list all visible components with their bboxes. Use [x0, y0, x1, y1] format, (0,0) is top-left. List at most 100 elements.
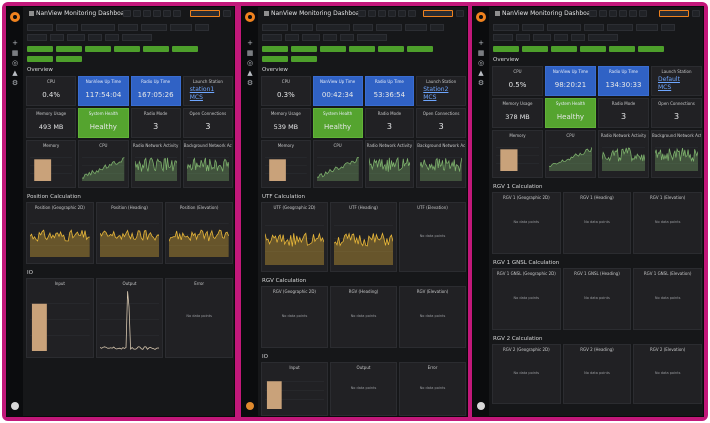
dashboard-link-button[interactable]	[85, 46, 111, 52]
grafana-logo-icon[interactable]	[476, 12, 486, 22]
graph-panel[interactable]: Error No data points	[399, 362, 466, 416]
variable-dropdown[interactable]	[376, 24, 402, 31]
plus-icon[interactable]: +	[11, 39, 19, 47]
time-range-picker[interactable]	[190, 10, 220, 17]
dashboard-link-button[interactable]	[349, 46, 375, 52]
variable-dropdown[interactable]	[588, 34, 618, 41]
station-mcs-link[interactable]: MCS	[423, 94, 465, 101]
toolbar-button[interactable]	[639, 10, 647, 17]
dashboard-link-button[interactable]	[262, 56, 288, 62]
toolbar-button[interactable]	[599, 10, 607, 17]
row-title[interactable]: IO	[27, 270, 33, 276]
row-title[interactable]: Position Calculation	[27, 194, 81, 200]
launch-station-panel[interactable]: Launch Station station1 MCS	[182, 76, 233, 106]
row-title[interactable]: RGV 1 GNSL Calculation	[493, 260, 559, 266]
toolbar-button[interactable]	[619, 10, 627, 17]
graph-panel[interactable]: UTF (Elevation) No data points	[399, 202, 466, 272]
explore-icon[interactable]: ◎	[11, 59, 19, 67]
dashboard-title[interactable]: NanView Monitoring Dashboard	[264, 10, 366, 17]
launch-station-panel[interactable]: Launch Station Station2 MCS	[416, 76, 466, 106]
graph-panel[interactable]: RGV (Elevation) No data points	[399, 286, 466, 348]
variable-dropdown[interactable]	[522, 24, 544, 31]
graph-panel[interactable]: Position (Elevation)	[165, 202, 233, 264]
explore-icon[interactable]: ◎	[246, 59, 254, 67]
stat-panel[interactable]: CPU 0.5%	[492, 66, 543, 96]
dashboard-link-button[interactable]	[27, 56, 53, 62]
station-link[interactable]: station1	[190, 86, 232, 93]
dashboard-title[interactable]: NanView Monitoring Dashboard	[29, 10, 131, 17]
toolbar-button[interactable]	[133, 10, 141, 17]
dashboard-link-button[interactable]	[551, 46, 577, 52]
launch-station-panel[interactable]: Launch Station Default MCS	[651, 66, 702, 96]
dashboard-link-button[interactable]	[56, 46, 82, 52]
graph-panel[interactable]: CPU	[312, 140, 363, 188]
variable-dropdown[interactable]	[285, 34, 299, 41]
row-title[interactable]: RGV 1 Calculation	[493, 184, 543, 190]
station-link[interactable]: Station2	[423, 86, 465, 93]
graph-panel[interactable]: Input	[261, 362, 328, 416]
stat-panel[interactable]: Memory Usage 378 MB	[492, 98, 543, 128]
stat-panel[interactable]: NanView Up Time 00:42:34	[312, 76, 363, 106]
row-title-overview[interactable]: Overview	[493, 57, 519, 63]
toolbar-button[interactable]	[143, 10, 151, 17]
settings-icon[interactable]: ⚙	[11, 79, 19, 87]
graph-panel[interactable]: RGV (Heading) No data points	[330, 286, 397, 348]
variable-dropdown[interactable]	[340, 34, 354, 41]
variable-dropdown[interactable]	[323, 34, 337, 41]
variable-dropdown[interactable]	[493, 34, 513, 41]
settings-icon[interactable]: ⚙	[246, 79, 254, 87]
row-title-overview[interactable]: Overview	[262, 67, 288, 73]
plus-icon[interactable]: +	[246, 39, 254, 47]
settings-icon[interactable]: ⚙	[477, 79, 485, 87]
variable-dropdown[interactable]	[118, 24, 138, 31]
dashboard-title[interactable]: NanView Monitoring Dashboard	[495, 10, 597, 17]
row-title[interactable]: RGV Calculation	[262, 278, 306, 284]
alerts-icon[interactable]: ▲	[11, 69, 19, 77]
row-title[interactable]: IO	[262, 354, 268, 360]
toolbar-button[interactable]	[368, 10, 376, 17]
dashboards-icon[interactable]: ▦	[477, 49, 485, 57]
variable-dropdown[interactable]	[493, 24, 519, 31]
dashboard-link-button[interactable]	[493, 46, 519, 52]
plus-icon[interactable]: +	[477, 39, 485, 47]
graph-panel[interactable]: Radio Network Activity	[598, 130, 649, 178]
dashboard-link-button[interactable]	[291, 46, 317, 52]
dashboard-link-button[interactable]	[407, 46, 433, 52]
variable-dropdown[interactable]	[547, 24, 581, 31]
graph-panel[interactable]: RGV 1 (Heading) No data points	[562, 192, 632, 254]
variable-dropdown[interactable]	[81, 24, 115, 31]
variable-dropdown[interactable]	[357, 34, 387, 41]
stat-panel[interactable]: Radio Mode 3	[130, 108, 181, 138]
user-avatar-icon[interactable]	[11, 402, 19, 410]
stat-panel[interactable]: Radio Up Time 53:36:54	[364, 76, 415, 106]
variable-dropdown[interactable]	[291, 24, 313, 31]
variable-dropdown[interactable]	[88, 34, 102, 41]
graph-panel[interactable]: RGV 1 (Geographic 2D) No data points	[492, 192, 561, 254]
variable-dropdown[interactable]	[533, 34, 551, 41]
dashboards-icon[interactable]: ▦	[11, 49, 19, 57]
dashboard-link-button[interactable]	[262, 46, 288, 52]
station-mcs-link[interactable]: MCS	[190, 94, 232, 101]
variable-dropdown[interactable]	[105, 34, 119, 41]
row-title[interactable]: UTF Calculation	[262, 194, 305, 200]
variable-dropdown[interactable]	[607, 24, 633, 31]
graph-panel[interactable]: RGV 1 GNSL (Heading) No data points	[562, 268, 632, 330]
alerts-icon[interactable]: ▲	[477, 69, 485, 77]
graph-panel[interactable]: UTF (Geographic 2D)	[261, 202, 328, 272]
graph-panel[interactable]: Radio Network Activity	[130, 140, 181, 188]
toolbar-button[interactable]	[153, 10, 161, 17]
dashboard-link-button[interactable]	[580, 46, 606, 52]
stat-panel[interactable]: Radio Mode 3	[364, 108, 415, 138]
dashboard-link-button[interactable]	[114, 46, 140, 52]
time-range-picker[interactable]	[659, 10, 689, 17]
toolbar-button[interactable]	[589, 10, 597, 17]
alerts-icon[interactable]: ▲	[246, 69, 254, 77]
graph-panel[interactable]: Background Network Activity	[416, 140, 466, 188]
stat-panel[interactable]: System Health Healthy	[78, 108, 129, 138]
variable-dropdown[interactable]	[405, 24, 427, 31]
dashboard-link-button[interactable]	[378, 46, 404, 52]
variable-dropdown[interactable]	[571, 34, 585, 41]
toolbar-button[interactable]	[163, 10, 171, 17]
row-title-overview[interactable]: Overview	[27, 67, 53, 73]
variable-dropdown[interactable]	[195, 24, 209, 31]
